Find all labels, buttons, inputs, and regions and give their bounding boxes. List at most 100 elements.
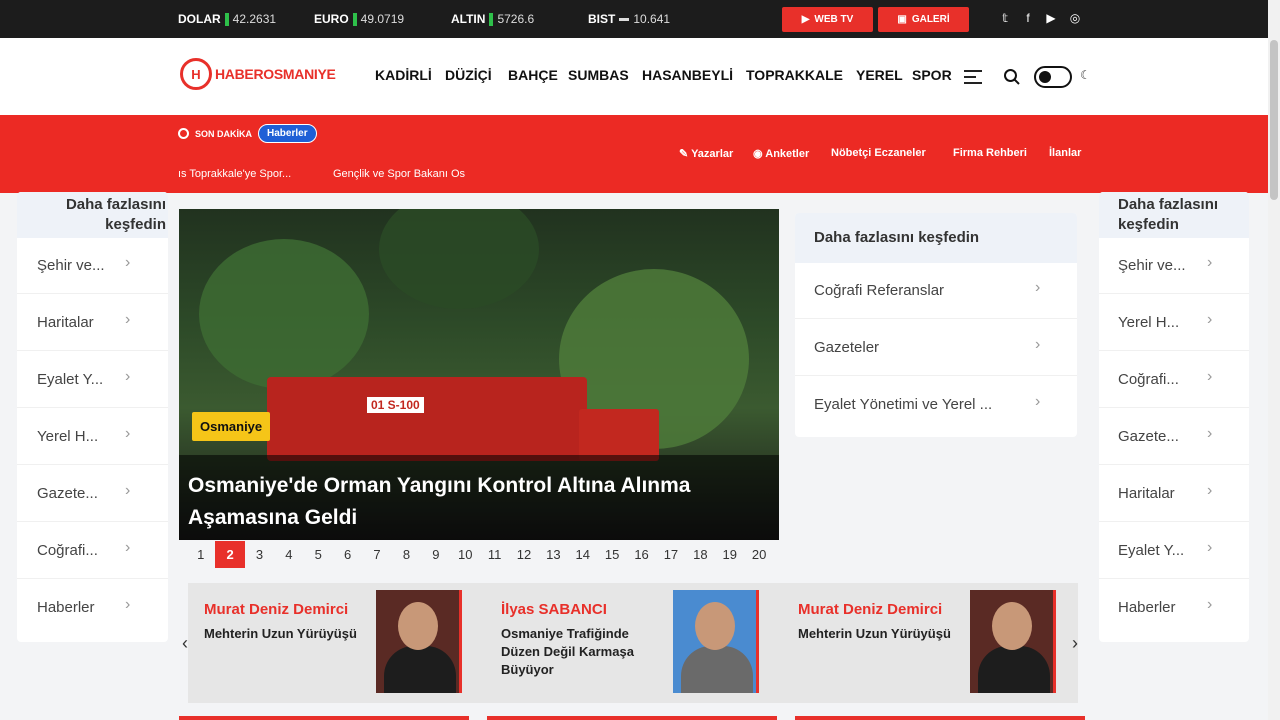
card-item[interactable]: Eyalet Y... › xyxy=(17,352,168,408)
nav-item-kadirli[interactable]: KADİRLİ xyxy=(375,67,432,83)
marquee-item[interactable]: ıs Toprakkale'ye Spor... xyxy=(178,168,291,180)
page-button[interactable]: 9 xyxy=(421,541,450,568)
card-item-label: Haberler xyxy=(37,599,95,616)
card-item[interactable]: Haritalar › xyxy=(1099,466,1249,522)
quick-link-yazarlar[interactable]: ✎ Yazarlar xyxy=(679,147,733,160)
nav-item-yerel[interactable]: YEREL xyxy=(856,67,903,83)
page-button[interactable]: 5 xyxy=(304,541,333,568)
card-item[interactable]: Coğrafi... › xyxy=(1099,352,1249,408)
author-article-title[interactable]: Osmaniye Trafiğinde Düzen Değil Karmaşa … xyxy=(501,625,661,679)
card-item[interactable]: Haritalar › xyxy=(17,295,168,351)
news-pill[interactable]: Haberler xyxy=(258,124,317,143)
nav-item-spor[interactable]: SPOR xyxy=(912,67,952,83)
page-button[interactable]: 13 xyxy=(539,541,568,568)
page-button[interactable]: 15 xyxy=(597,541,626,568)
page-button[interactable]: 10 xyxy=(451,541,480,568)
hero-slide[interactable]: 01 S-100 Osmaniye Osmaniye'de Orman Yang… xyxy=(179,209,779,540)
chevron-right-icon: › xyxy=(125,596,131,613)
card-item[interactable]: Haberler › xyxy=(1099,580,1249,636)
quick-link-anketler[interactable]: ◉ Anketler xyxy=(753,147,809,160)
dark-mode-toggle[interactable] xyxy=(1034,66,1072,88)
card-item-label: Coğrafi... xyxy=(1118,371,1179,388)
card-item[interactable]: Eyalet Yönetimi ve Yerel ... › xyxy=(795,377,1077,433)
card-item[interactable]: Yerel H... › xyxy=(17,409,168,465)
card-item-label: Yerel H... xyxy=(37,428,99,445)
card-item[interactable]: Coğrafi... › xyxy=(17,523,168,579)
card-item[interactable]: Coğrafi Referanslar › xyxy=(795,263,1077,319)
page-button[interactable]: 12 xyxy=(509,541,538,568)
trend-flat-icon xyxy=(619,17,630,21)
breaking-news-band: SON DAKİKA Haberler ✎ Yazarlar ◉ Anketle… xyxy=(0,115,1280,193)
page-button[interactable]: 18 xyxy=(686,541,715,568)
site-logo[interactable]: H HABEROSMANIYE xyxy=(180,58,336,90)
scrollbar-thumb[interactable] xyxy=(1270,40,1278,200)
card-item[interactable]: Gazete... › xyxy=(1099,409,1249,465)
chevron-right-icon: › xyxy=(1207,311,1213,328)
author-card[interactable]: İlyas SABANCI Osmaniye Trafiğinde Düzen … xyxy=(501,590,761,693)
page-button[interactable]: 16 xyxy=(627,541,656,568)
trend-up-icon xyxy=(224,12,229,26)
author-photo xyxy=(376,590,462,693)
gallery-button[interactable]: ▣ GALERİ xyxy=(878,7,969,32)
nav-item-toprakkale[interactable]: TOPRAKKALE xyxy=(746,67,843,83)
author-name[interactable]: İlyas SABANCI xyxy=(501,601,607,618)
page-button[interactable]: 8 xyxy=(392,541,421,568)
author-article-title[interactable]: Mehterin Uzun Yürüyüşü xyxy=(204,625,364,643)
card-item[interactable]: Eyalet Y... › xyxy=(1099,523,1249,579)
nav-item-hasanbeyli[interactable]: HASANBEYLİ xyxy=(642,67,733,83)
page-button[interactable]: 7 xyxy=(362,541,391,568)
hero-category-badge[interactable]: Osmaniye xyxy=(192,412,271,441)
quick-link-eczaneler[interactable]: Nöbetçi Eczaneler xyxy=(831,147,926,159)
author-card[interactable]: Murat Deniz Demirci Mehterin Uzun Yürüyü… xyxy=(798,590,1058,693)
page-button[interactable]: 1 xyxy=(186,541,215,568)
web-tv-button[interactable]: ▶ WEB TV xyxy=(782,7,873,32)
ticker-value: 42.2631 xyxy=(232,12,277,26)
chevron-right-icon: › xyxy=(1035,279,1041,296)
card-title: Daha fazlasını keşfedin xyxy=(17,192,168,238)
page-button-active[interactable]: 2 xyxy=(215,541,245,568)
chevron-right-icon[interactable]: › xyxy=(1072,633,1078,654)
twitter-icon[interactable]: 𝕥 xyxy=(998,11,1012,25)
youtube-icon[interactable]: ▶ xyxy=(1044,11,1058,25)
page-button[interactable]: 20 xyxy=(744,541,773,568)
card-item[interactable]: Haberler › xyxy=(17,580,168,636)
hero-title[interactable]: Osmaniye'de Orman Yangını Kontrol Altına… xyxy=(188,470,768,534)
quick-link-firma-rehberi[interactable]: Firma Rehberi xyxy=(953,147,1027,159)
web-tv-label: WEB TV xyxy=(814,14,854,25)
card-item[interactable]: Gazete... › xyxy=(17,466,168,522)
author-name[interactable]: Murat Deniz Demirci xyxy=(798,601,942,618)
chevron-right-icon: › xyxy=(125,539,131,556)
card-item[interactable]: Şehir ve... › xyxy=(17,238,168,294)
nav-item-duzici[interactable]: DÜZİÇİ xyxy=(445,67,492,83)
page-button[interactable]: 19 xyxy=(715,541,744,568)
card-item[interactable]: Gazeteler › xyxy=(795,320,1077,376)
menu-icon[interactable] xyxy=(964,70,982,84)
instagram-icon[interactable]: ◎ xyxy=(1068,11,1082,25)
search-icon[interactable] xyxy=(1003,68,1021,86)
facebook-icon[interactable]: f xyxy=(1021,11,1035,25)
page-button[interactable]: 4 xyxy=(274,541,303,568)
chevron-right-icon: › xyxy=(125,311,131,328)
page-button[interactable]: 6 xyxy=(333,541,362,568)
card-item[interactable]: Yerel H... › xyxy=(1099,295,1249,351)
marquee-item[interactable]: Gençlik ve Spor Bakanı Os xyxy=(333,168,465,180)
top-bar: DOLAR 42.2631 EURO 49.0719 ALTIN 5726.6 … xyxy=(0,0,1280,38)
author-article-title[interactable]: Mehterin Uzun Yürüyüşü xyxy=(798,625,958,643)
chevron-right-icon: › xyxy=(1207,254,1213,271)
author-card[interactable]: Murat Deniz Demirci Mehterin Uzun Yürüyü… xyxy=(204,590,464,693)
page-button[interactable]: 11 xyxy=(480,541,509,568)
nav-item-sumbas[interactable]: SUMBAS xyxy=(568,67,629,83)
chevron-left-icon[interactable]: ‹ xyxy=(182,633,188,654)
nav-item-bahce[interactable]: BAHÇE xyxy=(508,67,558,83)
author-name[interactable]: Murat Deniz Demirci xyxy=(204,601,348,618)
page-button[interactable]: 14 xyxy=(568,541,597,568)
page-button[interactable]: 17 xyxy=(656,541,685,568)
quick-link-ilanlar[interactable]: İlanlar xyxy=(1049,147,1081,159)
chevron-right-icon: › xyxy=(1207,596,1213,613)
truck-plate: 01 S-100 xyxy=(367,397,424,413)
page-scrollbar[interactable] xyxy=(1268,0,1280,720)
page-button[interactable]: 3 xyxy=(245,541,274,568)
son-dakika: SON DAKİKA Haberler xyxy=(178,124,317,143)
card-item[interactable]: Şehir ve... › xyxy=(1099,238,1249,294)
author-photo xyxy=(970,590,1056,693)
